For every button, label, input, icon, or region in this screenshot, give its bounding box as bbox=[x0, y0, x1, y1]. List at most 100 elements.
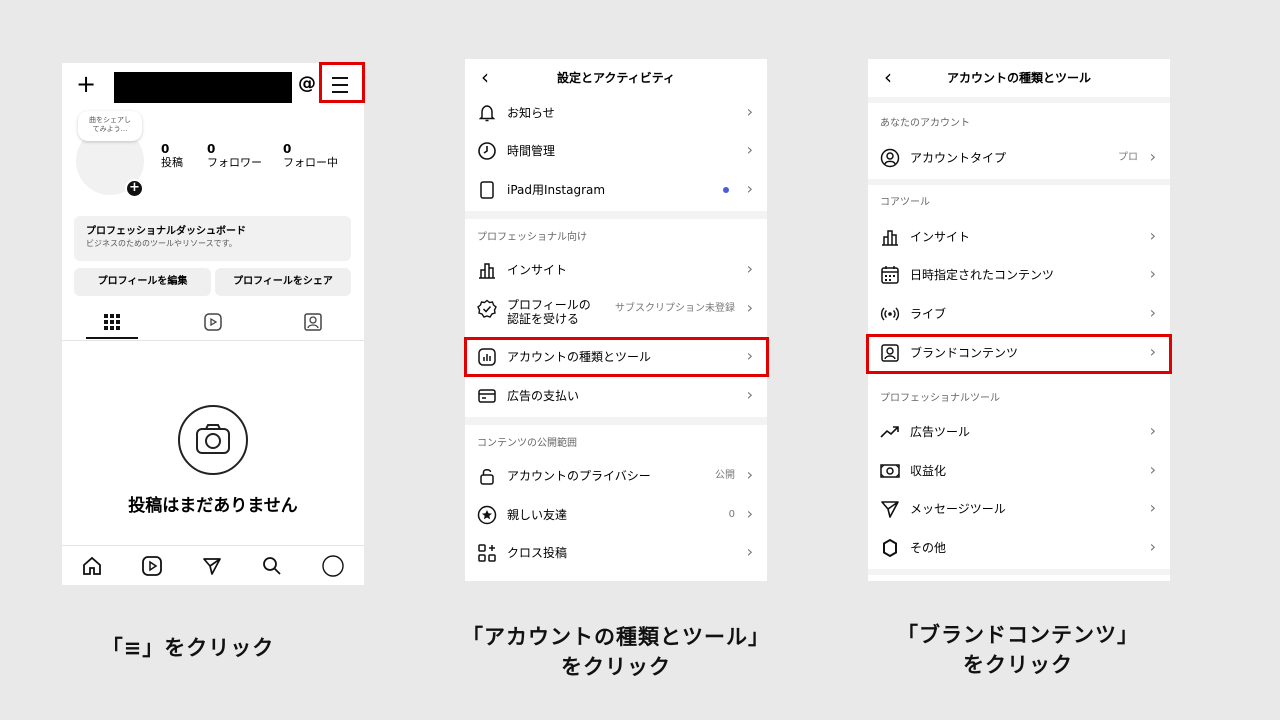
insights-icon bbox=[880, 227, 900, 247]
item-label: ブランドコンテンツ bbox=[910, 346, 1019, 360]
threads-icon[interactable]: @ bbox=[298, 73, 316, 94]
section-title-account: あなたのアカウント bbox=[880, 118, 970, 129]
grid-icon[interactable] bbox=[104, 314, 120, 330]
settings-item-privacy[interactable]: アカウントのプライバシー 公開 › bbox=[465, 457, 767, 495]
item-label: 収益化 bbox=[910, 464, 947, 478]
note-bubble[interactable]: 曲をシェアし てみよう... bbox=[78, 111, 142, 141]
profile-nav-icon[interactable] bbox=[322, 555, 344, 577]
settings-item-verification[interactable]: プロフィールの 認証を受ける サブスクリプション未登録 › bbox=[465, 292, 767, 338]
settings-item-time[interactable]: 時間管理 › bbox=[465, 132, 767, 170]
camera-icon bbox=[178, 405, 248, 475]
pro-item-message-tools[interactable]: メッセージツール › bbox=[868, 490, 1170, 528]
account-tools-header: ‹ アカウントの種類とツール bbox=[868, 59, 1170, 97]
following-stat[interactable]: 0 フォロー中 bbox=[283, 142, 338, 170]
account-type-icon bbox=[880, 148, 900, 168]
following-count: 0 bbox=[283, 142, 292, 156]
settings-item-ad-payments[interactable]: 広告の支払い › bbox=[465, 377, 767, 415]
pro-item-other[interactable]: その他 › bbox=[868, 529, 1170, 567]
account-tools-screen: ‹ アカウントの種類とツール あなたのアカウント アカウントタイプ プロ › コ… bbox=[868, 59, 1170, 581]
settings-screen: ‹ 設定とアクティビティ お知らせ › 時間管理 › iPad用Instagra… bbox=[465, 59, 767, 581]
followers-label: フォロワー bbox=[207, 156, 262, 169]
chevron-right-icon: › bbox=[1149, 460, 1156, 479]
posts-label: 投稿 bbox=[161, 156, 183, 169]
item-label: アカウントタイプ bbox=[910, 151, 1007, 165]
settings-header: ‹ 設定とアクティビティ bbox=[465, 59, 767, 97]
page-title: アカウントの種類とツール bbox=[946, 71, 1091, 85]
item-label: 広告の支払い bbox=[507, 389, 580, 403]
settings-item-notifications[interactable]: お知らせ › bbox=[465, 94, 767, 132]
settings-item-ipad[interactable]: iPad用Instagram › bbox=[465, 171, 767, 209]
item-label: 親しい友達 bbox=[507, 508, 568, 522]
tagged-icon[interactable] bbox=[304, 313, 322, 331]
item-label: アカウントのプライバシー bbox=[507, 469, 651, 483]
star-icon bbox=[477, 505, 497, 525]
card-icon bbox=[477, 386, 497, 406]
chevron-right-icon: › bbox=[746, 179, 753, 198]
send-icon[interactable] bbox=[202, 556, 222, 576]
caption-step2-line1: 「アカウントの種類とツール」 bbox=[462, 625, 770, 649]
new-dot bbox=[723, 187, 729, 193]
pro-item-ad-tools[interactable]: 広告ツール › bbox=[868, 413, 1170, 451]
settings-item-close-friends[interactable]: 親しい友達 0 › bbox=[465, 496, 767, 534]
dashboard-subtitle: ビジネスのためのツールやリソースです。 bbox=[86, 239, 237, 248]
item-label: 時間管理 bbox=[507, 144, 556, 158]
menu-icon[interactable] bbox=[324, 72, 360, 98]
item-label: 広告ツール bbox=[910, 425, 971, 439]
item-label: その他 bbox=[910, 541, 947, 555]
item-label: iPad用Instagram bbox=[507, 183, 606, 197]
caption-step3-line2: をクリック bbox=[963, 653, 1073, 677]
chevron-right-icon: › bbox=[1149, 264, 1156, 283]
plus-icon[interactable]: + bbox=[76, 72, 96, 96]
username-redacted bbox=[114, 72, 292, 103]
professional-dashboard[interactable]: プロフェッショナルダッシュボード ビジネスのためのツールやリソースです。 bbox=[74, 216, 351, 261]
chevron-right-icon: › bbox=[746, 542, 753, 561]
reels-icon[interactable] bbox=[204, 313, 222, 331]
chevron-right-icon: › bbox=[746, 504, 753, 523]
chevron-right-icon: › bbox=[746, 346, 753, 365]
following-label: フォロー中 bbox=[283, 156, 338, 169]
core-item-scheduled[interactable]: 日時指定されたコンテンツ › bbox=[868, 256, 1170, 294]
item-label: クロス投稿 bbox=[507, 546, 568, 560]
item-label: プロフィールの 認証を受ける bbox=[507, 298, 591, 326]
chevron-right-icon: › bbox=[746, 140, 753, 159]
item-label: 日時指定されたコンテンツ bbox=[910, 268, 1055, 282]
add-story-icon[interactable]: + bbox=[125, 179, 144, 198]
account-type-item[interactable]: アカウントタイプ プロ › bbox=[868, 139, 1170, 177]
settings-item-insights[interactable]: インサイト › bbox=[465, 251, 767, 289]
home-icon[interactable] bbox=[82, 556, 102, 576]
chevron-right-icon: › bbox=[746, 259, 753, 278]
core-item-live[interactable]: ライブ › bbox=[868, 295, 1170, 333]
verified-icon bbox=[477, 299, 497, 319]
share-profile-button[interactable]: プロフィールをシェア bbox=[215, 268, 351, 296]
live-icon bbox=[880, 304, 900, 324]
trend-icon bbox=[880, 422, 900, 442]
caption-step3: 「ブランドコンテンツ」 をクリック bbox=[858, 620, 1178, 680]
divider bbox=[465, 211, 767, 219]
pro-item-monetization[interactable]: 収益化 › bbox=[868, 452, 1170, 490]
followers-count: 0 bbox=[207, 142, 216, 156]
core-item-brand-content[interactable]: ブランドコンテンツ › bbox=[868, 334, 1170, 372]
more-icon bbox=[880, 538, 900, 558]
section-title-pro-tools: プロフェッショナルツール bbox=[880, 393, 1000, 404]
reels-nav-icon[interactable] bbox=[142, 556, 162, 576]
chevron-right-icon: › bbox=[746, 465, 753, 484]
account-tools-icon bbox=[477, 347, 497, 367]
chevron-right-icon: › bbox=[1149, 303, 1156, 322]
chevron-right-icon: › bbox=[1149, 226, 1156, 245]
settings-item-crosspost[interactable]: クロス投稿 › bbox=[465, 534, 767, 572]
brand-content-icon bbox=[880, 343, 900, 363]
chevron-right-icon: › bbox=[1149, 342, 1156, 361]
search-icon[interactable] bbox=[262, 556, 282, 576]
chevron-right-icon: › bbox=[1149, 147, 1156, 166]
chevron-right-icon: › bbox=[746, 298, 753, 317]
settings-item-account-tools[interactable]: アカウントの種類とツール › bbox=[465, 338, 767, 376]
item-value: プロ bbox=[1118, 152, 1138, 163]
chevron-right-icon: › bbox=[746, 102, 753, 121]
edit-profile-button[interactable]: プロフィールを編集 bbox=[74, 268, 211, 296]
caption-step2: 「アカウントの種類とツール」 をクリック bbox=[436, 622, 796, 682]
posts-stat[interactable]: 0 投稿 bbox=[161, 143, 183, 170]
chevron-right-icon: › bbox=[1149, 537, 1156, 556]
core-item-insights[interactable]: インサイト › bbox=[868, 218, 1170, 256]
followers-stat[interactable]: 0 フォロワー bbox=[207, 142, 262, 170]
profile-top-bar: + @ bbox=[62, 63, 364, 105]
